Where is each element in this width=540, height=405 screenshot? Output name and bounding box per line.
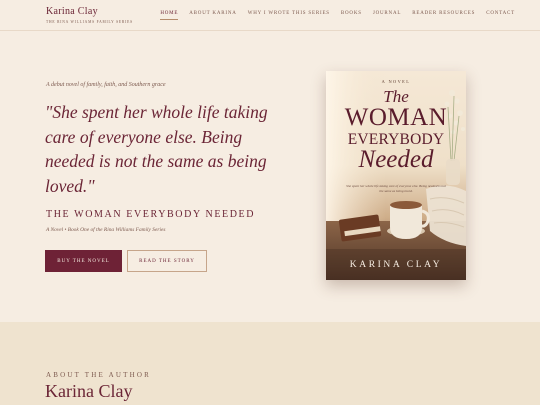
nav-about-karina[interactable]: About Karina (189, 11, 236, 20)
nav-journal[interactable]: Journal (373, 11, 401, 20)
brand-tagline: The Rina Williams Family Series (46, 20, 133, 24)
about-section: About the Author Karina Clay (0, 322, 540, 405)
brand[interactable]: Karina Clay The Rina Williams Family Ser… (46, 6, 133, 24)
about-label: About the Author (46, 371, 151, 379)
site-header: Karina Clay The Rina Williams Family Ser… (0, 0, 540, 31)
book-title: The Woman Everybody Needed (46, 209, 256, 220)
main-nav: Home About Karina Why I Wrote This Serie… (160, 11, 515, 20)
book-subtitle: A Novel • Book One of the Rina Williams … (46, 227, 166, 233)
nav-books[interactable]: Books (341, 11, 362, 20)
hero-eyebrow: A debut novel of family, faith, and Sout… (46, 82, 166, 88)
buy-novel-button[interactable]: Buy the Novel (45, 250, 122, 272)
cover-blurb: She spent her whole life taking care of … (346, 184, 446, 193)
about-author-name: Karina Clay (45, 381, 133, 401)
cover-title-needed: Needed (358, 146, 434, 173)
hero-quote: "She spent her whole life taking care of… (45, 102, 268, 196)
cover-author: Karina Clay (349, 260, 443, 270)
hero-section: A debut novel of family, faith, and Sout… (0, 31, 540, 322)
brand-name[interactable]: Karina Clay (46, 6, 133, 17)
book-cover[interactable]: A Novel The Woman Everybody Needed She s… (326, 71, 466, 280)
cover-kicker: A Novel (381, 79, 411, 84)
read-story-button[interactable]: Read the Story (127, 250, 207, 272)
cover-title-woman: Woman (344, 104, 448, 131)
nav-why-i-wrote[interactable]: Why I Wrote This Series (248, 11, 330, 20)
nav-reader-resources[interactable]: Reader Resources (412, 11, 475, 20)
nav-home[interactable]: Home (160, 11, 179, 20)
nav-contact[interactable]: Contact (486, 11, 515, 20)
